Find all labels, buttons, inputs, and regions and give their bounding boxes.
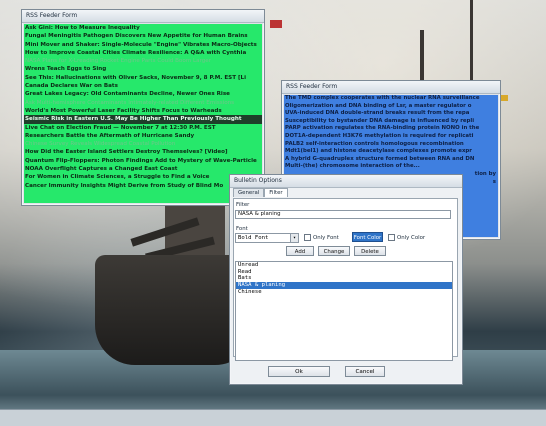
list-item[interactable]: Researchers Battle the Aftermath of Hurr… <box>24 132 262 140</box>
list-item[interactable]: Unread <box>236 262 452 269</box>
tab-filter[interactable]: Filter <box>264 188 288 197</box>
filter-label: Filter <box>236 202 250 208</box>
list-item[interactable]: Read <box>236 269 452 276</box>
list-item[interactable]: Fungal Meningitis Pathogen Discovers New… <box>24 32 262 40</box>
list-item[interactable]: Mini Mover and Shaker: Single-Molecule "… <box>24 41 262 49</box>
dialog-title[interactable]: Bulletin Options <box>230 175 462 188</box>
only-font-checkbox[interactable]: Only Font <box>304 234 339 241</box>
list-item[interactable]: Oligomerization and DNA binding of Lsr, … <box>284 103 498 111</box>
list-item[interactable]: Wrens Teach Eggs to Sing <box>24 65 262 73</box>
list-item[interactable]: For Women in Climate Sciences, a Struggl… <box>24 173 262 181</box>
list-item[interactable]: PARP activation regulates the RNA-bindin… <box>284 125 498 133</box>
filter-list[interactable]: Unread Read Bats NASA & planing Chinese <box>235 261 453 361</box>
list-item[interactable]: UVA-induced DNA double-strand breaks res… <box>284 110 498 118</box>
list-item-selected[interactable]: NASA & planing <box>236 282 452 289</box>
list-item[interactable]: Quantum Flip-Floppers: Photon Findings A… <box>24 157 262 165</box>
tab-bar: General Filter <box>233 188 288 198</box>
list-item[interactable]: NASA Plans for X-Lreading Rocket Engine … <box>24 57 262 65</box>
chevron-down-icon[interactable]: ▾ <box>290 234 298 242</box>
taskbar[interactable] <box>0 409 546 426</box>
ship-mast <box>470 0 473 85</box>
delete-button[interactable]: Delete <box>354 246 386 256</box>
change-button[interactable]: Change <box>318 246 350 256</box>
only-color-label: Only Color <box>397 235 426 241</box>
ok-button[interactable]: Ok <box>268 366 330 377</box>
list-item[interactable]: Live Chat on Election Fraud — November 7… <box>24 124 262 132</box>
add-button[interactable]: Add <box>286 246 314 256</box>
only-color-checkbox[interactable]: Only Color <box>388 234 425 241</box>
list-item[interactable]: How to Improve Coastal Cities Climate Re… <box>24 49 262 57</box>
list-item[interactable]: Canada Declares War on Bats <box>24 82 262 90</box>
list-item[interactable]: Ask Gini: How to Measure Inequality <box>24 24 262 32</box>
list-item[interactable]: Chinese <box>236 289 452 296</box>
list-item[interactable]: Multi-(the) chromosome interaction of th… <box>284 163 498 171</box>
tab-general[interactable]: General <box>233 188 265 197</box>
flag-decoration <box>270 20 282 28</box>
list-item[interactable]: Mdt1(bel1) and histone deacetylase compl… <box>284 148 498 156</box>
list-item[interactable]: A hybrid G-quadruplex structure formed b… <box>284 156 498 164</box>
list-item[interactable]: See This: Hallucinations with Oliver Sac… <box>24 74 262 82</box>
list-item[interactable]: The TMD complex cooperates with the nucl… <box>284 95 498 103</box>
font-label: Font <box>236 226 248 232</box>
checkbox-box[interactable] <box>304 234 311 241</box>
list-item[interactable]: Bats <box>236 275 452 282</box>
font-color-button[interactable]: Font Color <box>352 232 383 242</box>
filter-input[interactable]: NASA & planing <box>235 210 451 219</box>
cancel-button[interactable]: Cancel <box>345 366 385 377</box>
list-item-selected[interactable]: Seismic Risk in Eastern U.S. May Be High… <box>24 115 262 124</box>
list-item[interactable]: World's Most Powerful Laser Facility Shi… <box>24 107 262 115</box>
list-item[interactable]: Ask Multi-hemisphere Contaminants Intima… <box>24 99 262 107</box>
window-title[interactable]: RSS Feeder Form <box>22 10 264 23</box>
feed-list[interactable]: Ask Gini: How to Measure Inequality Fung… <box>24 24 262 203</box>
list-item[interactable]: Cancer Immunity Insights Might Derive fr… <box>24 182 262 190</box>
only-font-label: Only Font <box>313 235 339 241</box>
list-item[interactable]: Susceptibility to bystander DNA damage i… <box>284 118 498 126</box>
list-item[interactable]: Chinese Survey Reveals Widespread Coasta… <box>24 140 262 148</box>
list-item[interactable]: How Did the Easter Island Settlers Destr… <box>24 148 262 156</box>
list-item[interactable]: DOT1A-dependent H3K76 methylation is req… <box>284 133 498 141</box>
list-item[interactable]: NOAA Overflight Captures a Changed East … <box>24 165 262 173</box>
font-select[interactable]: Bold Font ▾ <box>235 233 299 243</box>
list-item[interactable]: Great Lakes Legacy: Old Contaminants Dec… <box>24 90 262 98</box>
window-title[interactable]: RSS Feeder Form <box>282 81 500 94</box>
checkbox-box[interactable] <box>388 234 395 241</box>
list-item[interactable]: PALB2 self-interaction controls homologo… <box>284 141 498 149</box>
font-select-value: Bold Font <box>238 235 269 241</box>
